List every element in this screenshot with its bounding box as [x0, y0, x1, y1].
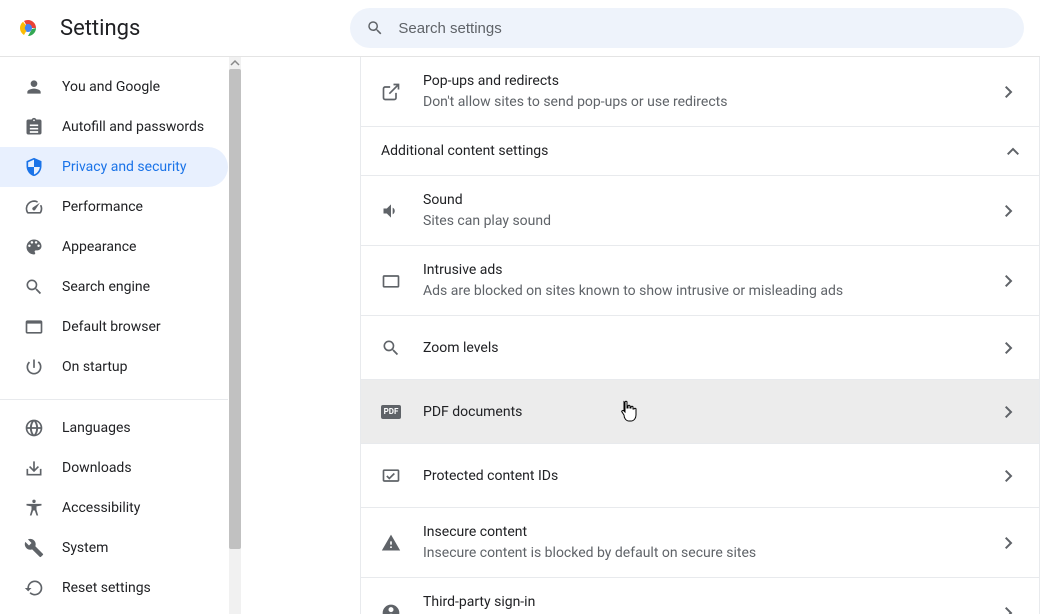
sidebar-item-label: Default browser: [62, 319, 161, 335]
row-third-party-signin[interactable]: Third-party sign-in Sites can show sign-…: [361, 578, 1039, 614]
sidebar-item-label: Appearance: [62, 239, 136, 255]
sidebar-item-default-browser[interactable]: Default browser: [0, 307, 228, 347]
sidebar: You and Google Autofill and passwords Pr…: [0, 57, 242, 614]
sidebar-item-autofill[interactable]: Autofill and passwords: [0, 107, 228, 147]
sidebar-item-appearance[interactable]: Appearance: [0, 227, 228, 267]
sidebar-item-languages[interactable]: Languages: [0, 408, 228, 448]
speedometer-icon: [24, 197, 44, 217]
volume-icon: [381, 201, 401, 221]
chevron-right-icon: [999, 607, 1019, 614]
row-sound[interactable]: Sound Sites can play sound: [361, 176, 1039, 246]
scroll-thumb[interactable]: [229, 69, 241, 549]
sidebar-item-label: Search engine: [62, 279, 150, 295]
row-subtitle: Insecure content is blocked by default o…: [423, 543, 999, 563]
section-additional-content[interactable]: Additional content settings: [361, 127, 1039, 176]
sidebar-item-label: You and Google: [62, 79, 160, 95]
chevron-right-icon: [999, 537, 1019, 549]
zoom-icon: [381, 338, 401, 358]
warning-icon: [381, 533, 401, 553]
sidebar-scrollbar[interactable]: [229, 57, 241, 614]
sidebar-item-you-and-google[interactable]: You and Google: [0, 67, 228, 107]
power-icon: [24, 357, 44, 377]
row-title: PDF documents: [423, 402, 999, 422]
chevron-right-icon: [999, 470, 1019, 482]
page-title: Settings: [60, 16, 140, 41]
sidebar-item-label: Accessibility: [62, 500, 140, 516]
sidebar-item-downloads[interactable]: Downloads: [0, 448, 228, 488]
wrench-icon: [24, 538, 44, 558]
palette-icon: [24, 237, 44, 257]
row-title: Pop-ups and redirects: [423, 71, 999, 91]
accessibility-icon: [24, 498, 44, 518]
chevron-right-icon: [999, 86, 1019, 98]
row-intrusive-ads[interactable]: Intrusive ads Ads are blocked on sites k…: [361, 246, 1039, 316]
chevron-right-icon: [999, 342, 1019, 354]
sidebar-item-label: System: [62, 540, 108, 556]
row-pdf-documents[interactable]: PDF PDF documents: [361, 380, 1039, 444]
section-title: Additional content settings: [381, 143, 548, 159]
sidebar-item-reset[interactable]: Reset settings: [0, 568, 228, 608]
scroll-up-icon[interactable]: [229, 57, 241, 69]
download-icon: [24, 458, 44, 478]
sidebar-item-search-engine[interactable]: Search engine: [0, 267, 228, 307]
search-icon: [366, 19, 384, 37]
window-icon: [381, 271, 401, 291]
search-input[interactable]: [396, 19, 1008, 38]
sidebar-item-label: Privacy and security: [62, 159, 186, 175]
sidebar-item-accessibility[interactable]: Accessibility: [0, 488, 228, 528]
person-icon: [24, 77, 44, 97]
sidebar-item-label: Languages: [62, 420, 131, 436]
browser-icon: [24, 317, 44, 337]
row-subtitle: Don't allow sites to send pop-ups or use…: [423, 92, 999, 112]
row-title: Intrusive ads: [423, 260, 999, 280]
row-title: Sound: [423, 190, 999, 210]
row-protected-content[interactable]: Protected content IDs: [361, 444, 1039, 508]
row-title: Zoom levels: [423, 338, 999, 358]
sidebar-item-privacy-security[interactable]: Privacy and security: [0, 147, 228, 187]
restore-icon: [24, 578, 44, 598]
sidebar-item-label: Reset settings: [62, 580, 151, 596]
row-zoom-levels[interactable]: Zoom levels: [361, 316, 1039, 380]
row-title: Third-party sign-in: [423, 592, 999, 612]
chevron-right-icon: [999, 275, 1019, 287]
sidebar-item-performance[interactable]: Performance: [0, 187, 228, 227]
header: Settings: [0, 0, 1040, 57]
row-subtitle: Sites can play sound: [423, 211, 999, 231]
chevron-right-icon: [999, 406, 1019, 418]
pdf-icon: PDF: [381, 402, 401, 422]
external-link-icon: [381, 82, 401, 102]
chevron-up-icon: [1007, 143, 1019, 159]
sidebar-item-on-startup[interactable]: On startup: [0, 347, 228, 387]
row-title: Insecure content: [423, 522, 999, 542]
globe-icon: [24, 418, 44, 438]
row-popups-redirects[interactable]: Pop-ups and redirects Don't allow sites …: [361, 57, 1039, 127]
shield-icon: [24, 157, 44, 177]
content-area: Pop-ups and redirects Don't allow sites …: [242, 57, 1040, 614]
row-title: Protected content IDs: [423, 466, 999, 486]
protected-content-icon: [381, 466, 401, 486]
row-subtitle: Ads are blocked on sites known to show i…: [423, 281, 999, 301]
sidebar-item-system[interactable]: System: [0, 528, 228, 568]
chevron-right-icon: [999, 205, 1019, 217]
sidebar-item-label: Autofill and passwords: [62, 119, 204, 135]
search-icon: [24, 277, 44, 297]
sidebar-item-label: On startup: [62, 359, 128, 375]
sidebar-item-label: Performance: [62, 199, 143, 215]
sidebar-divider: [0, 399, 228, 400]
account-circle-icon: [381, 603, 401, 614]
sidebar-item-label: Downloads: [62, 460, 132, 476]
chrome-logo-icon: [16, 16, 40, 40]
search-box[interactable]: [350, 8, 1024, 48]
clipboard-icon: [24, 117, 44, 137]
row-insecure-content[interactable]: Insecure content Insecure content is blo…: [361, 508, 1039, 578]
